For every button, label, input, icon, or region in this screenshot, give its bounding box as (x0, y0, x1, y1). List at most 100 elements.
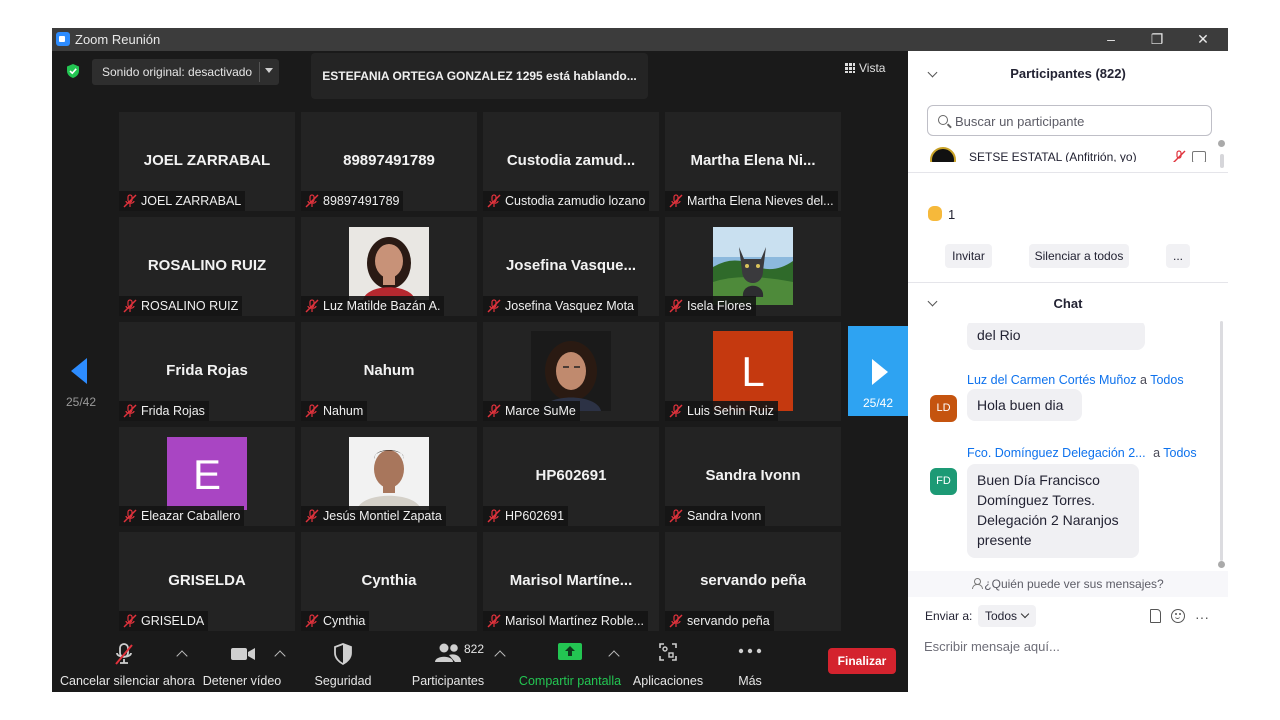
encryption-shield-icon[interactable] (66, 64, 80, 78)
video-tile[interactable]: Jesús Montiel Zapata (301, 427, 477, 526)
video-tile[interactable]: Luz Matilde Bazán A. (301, 217, 477, 316)
participant-search[interactable] (927, 105, 1212, 136)
video-tile[interactable]: Marce SuMe (483, 322, 659, 421)
video-tile[interactable]: Nahum Nahum (301, 322, 477, 421)
unmute-button[interactable]: Cancelar silenciar ahora (60, 636, 195, 692)
chat-sender-name[interactable]: Luz del Carmen Cortés Muñoz (967, 373, 1137, 387)
invite-button[interactable]: Invitar (945, 244, 992, 268)
scrollbar-top-icon (1218, 140, 1225, 147)
participant-display-name: servando peña (700, 572, 806, 589)
video-tile[interactable]: E Eleazar Caballero (119, 427, 295, 526)
share-screen-label: Compartir pantalla (518, 674, 622, 688)
chat-recipient[interactable]: Todos (1150, 373, 1183, 387)
video-tile[interactable]: Isela Flores (665, 217, 841, 316)
chat-sender-line: Luz del Carmen Cortés Muñoz a Todos (967, 373, 1184, 387)
participants-scrollbar[interactable] (1218, 140, 1225, 176)
muted-microphone-icon (487, 404, 501, 418)
chat-sender-name[interactable]: Fco. Domínguez Delegación 2... (967, 446, 1146, 460)
more-label: Más (738, 674, 762, 688)
participant-display-name: Cynthia (361, 572, 417, 589)
video-tile[interactable]: JOEL ZARRABAL JOEL ZARRABAL (119, 112, 295, 211)
video-tile[interactable]: Frida Rojas Frida Rojas (119, 322, 295, 421)
participant-name-label: Martha Elena Nieves del... (665, 191, 838, 211)
video-tile[interactable]: Josefina Vasque... Josefina Vasquez Mota (483, 217, 659, 316)
original-sound-toggle[interactable]: Sonido original: desactivado (92, 59, 279, 85)
muted-microphone-icon (487, 509, 501, 523)
participant-name-label: ROSALINO RUIZ (119, 296, 243, 316)
muted-microphone-icon[interactable] (1172, 150, 1186, 162)
security-button[interactable]: Seguridad (306, 636, 380, 692)
active-speaker-banner: ESTEFANIA ORTEGA GONZALEZ 1295 está habl… (311, 53, 648, 99)
arrow-right-icon (872, 359, 888, 385)
host-name: SETSE ESTATAL (Anfitrión, yo) (969, 150, 1137, 162)
send-to-dropdown[interactable]: Todos (978, 605, 1036, 627)
apps-button[interactable]: Aplicaciones (632, 636, 704, 692)
participant-photo (531, 331, 611, 411)
file-icon[interactable] (1150, 609, 1161, 623)
chevron-down-icon[interactable] (265, 68, 273, 73)
muted-microphone-icon (305, 614, 319, 628)
video-tile[interactable]: HP602691 HP602691 (483, 427, 659, 526)
participant-name-label: Josefina Vasquez Mota (483, 296, 639, 316)
participant-display-name: ROSALINO RUIZ (147, 257, 267, 274)
participant-name-label: Jesús Montiel Zapata (301, 506, 446, 526)
muted-microphone-icon (123, 509, 137, 523)
participants-count: 822 (464, 642, 485, 656)
next-page-button[interactable]: 25/42 (848, 326, 908, 416)
chat-recipient[interactable]: Todos (1163, 446, 1196, 460)
participant-row-host[interactable]: SETSE ESTATAL (Anfitrión, yo) (928, 145, 1208, 162)
participants-chevron-icon[interactable] (494, 650, 506, 662)
participant-photo (349, 437, 429, 510)
sender-avatar: LD (930, 395, 957, 422)
participant-search-input[interactable] (955, 112, 1195, 130)
apps-label: Aplicaciones (632, 674, 704, 688)
video-tile[interactable]: Martha Elena Ni... Martha Elena Nieves de… (665, 112, 841, 211)
apps-icon (659, 643, 677, 661)
muted-microphone-icon (123, 404, 137, 418)
stop-video-button[interactable]: Detener vídeo (198, 636, 286, 692)
participant-name-label: Custodia zamudio lozano (483, 191, 650, 211)
participant-display-name: JOEL ZARRABAL (143, 152, 271, 169)
restore-button[interactable]: ❐ (1134, 28, 1180, 51)
participant-display-name: HP602691 (535, 467, 607, 484)
more-button[interactable]: Más (726, 636, 774, 692)
share-screen-button[interactable]: Compartir pantalla (518, 636, 622, 692)
page-indicator-right: 25/42 (862, 396, 894, 410)
participant-display-name: Josefina Vasque... (505, 257, 637, 274)
previous-page-button[interactable] (68, 358, 92, 388)
chat-message-input[interactable] (924, 636, 1214, 656)
video-tile[interactable]: Custodia zamud... Custodia zamudio lozano (483, 112, 659, 211)
muted-microphone-icon (123, 614, 137, 628)
video-tile[interactable]: GRISELDA GRISELDA (119, 532, 295, 631)
muted-microphone-icon (115, 643, 133, 665)
participant-name-label: Marisol Martínez Roble... (483, 611, 648, 631)
who-can-see-label: ¿Quién puede ver sus mensajes? (984, 577, 1164, 591)
video-tile[interactable]: 89897491789 89897491789 (301, 112, 477, 211)
participants-more-button[interactable]: ... (1166, 244, 1190, 268)
muted-microphone-icon (123, 299, 137, 313)
video-tile[interactable]: servando peña servando peña (665, 532, 841, 631)
close-button[interactable]: ✕ (1180, 28, 1226, 51)
divider (908, 282, 1228, 283)
chat-scrollbar[interactable] (1218, 321, 1225, 573)
video-tile[interactable]: ROSALINO RUIZ ROSALINO RUIZ (119, 217, 295, 316)
mute-all-button[interactable]: Silenciar a todos (1029, 244, 1129, 268)
video-tile[interactable]: L Luis Sehin Ruiz (665, 322, 841, 421)
video-tile[interactable]: Marisol Martíne... Marisol Martínez Roble… (483, 532, 659, 631)
muted-microphone-icon (123, 194, 137, 208)
emoji-icon[interactable] (1171, 609, 1185, 623)
video-tile[interactable]: Sandra Ivonn Sandra Ivonn (665, 427, 841, 526)
muted-microphone-icon (669, 509, 683, 523)
video-tile[interactable]: Cynthia Cynthia (301, 532, 477, 631)
video-off-icon[interactable] (1192, 151, 1206, 162)
end-meeting-button[interactable]: Finalizar (828, 648, 896, 674)
pill-divider (259, 62, 260, 82)
view-button[interactable]: Vista (845, 61, 885, 81)
video-area: Sonido original: desactivado ESTEFANIA O… (52, 51, 908, 692)
participants-button[interactable]: 822 Participantes (408, 636, 488, 692)
who-can-see-messages-link[interactable]: ¿Quién puede ver sus mensajes? (908, 571, 1228, 597)
chat-message-bubble: Buen Día Francisco Domínguez Torres. Del… (967, 464, 1139, 558)
chat-more-icon[interactable]: ··· (1195, 609, 1209, 625)
minimize-button[interactable]: – (1088, 28, 1134, 51)
participant-initial-avatar: E (167, 437, 247, 510)
